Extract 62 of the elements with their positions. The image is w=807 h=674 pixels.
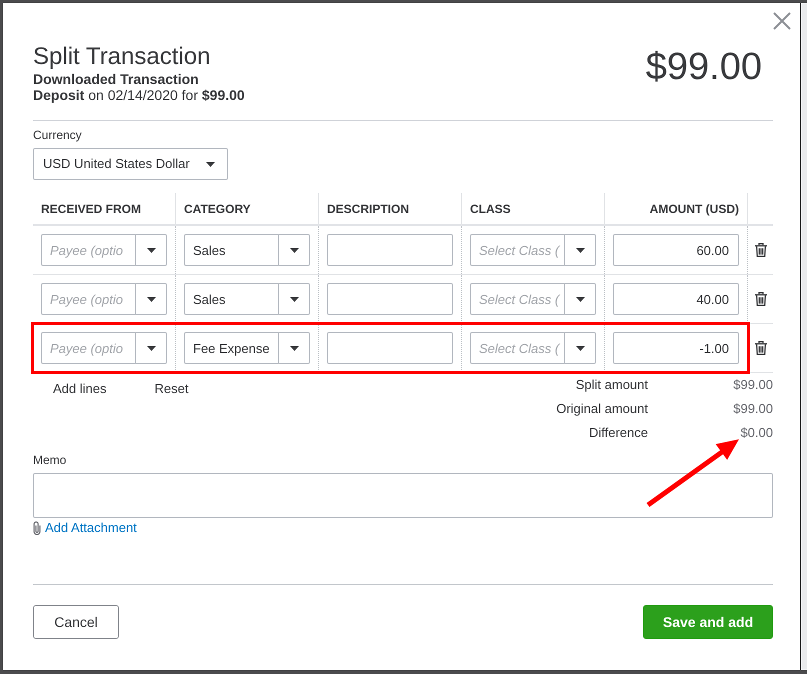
total-value: $0.00 <box>740 424 773 442</box>
trash-icon[interactable] <box>755 341 767 355</box>
caret-icon <box>290 248 298 252</box>
dropdown-button[interactable] <box>278 283 310 315</box>
caret-icon <box>206 162 215 166</box>
total-value: $99.00 <box>733 376 773 394</box>
amount-field[interactable]: -1.00 <box>613 332 739 364</box>
payee-field[interactable]: Payee (optio <box>41 234 135 266</box>
line-action-button[interactable]: Reset <box>134 381 208 397</box>
column-header: CLASS <box>470 200 511 218</box>
dropdown-button[interactable] <box>135 332 167 364</box>
trash-icon[interactable] <box>755 243 767 257</box>
line-action-button[interactable]: Add lines <box>33 381 126 397</box>
dropdown-button[interactable] <box>278 234 310 266</box>
column-header: RECEIVED FROM <box>41 200 142 218</box>
paperclip-icon <box>33 521 41 535</box>
close-icon[interactable] <box>773 12 791 30</box>
category-field[interactable]: Sales <box>184 234 278 266</box>
caret-icon <box>146 346 156 350</box>
dropdown-button[interactable] <box>564 234 596 266</box>
dropdown-button[interactable] <box>278 332 310 364</box>
class-field[interactable]: Select Class ( <box>470 283 564 315</box>
caret-icon <box>146 296 156 302</box>
payee-field[interactable]: Payee (optio <box>41 332 135 364</box>
description-field[interactable] <box>327 283 453 315</box>
currency-dropdown[interactable]: USD United States Dollar <box>33 148 228 180</box>
add-attachment-link[interactable]: Add Attachment <box>45 520 137 536</box>
caret-icon <box>576 296 584 302</box>
class-field[interactable]: Select Class ( <box>470 332 564 364</box>
caret-icon <box>290 296 298 302</box>
amount-field[interactable]: 60.00 <box>613 234 739 266</box>
dialog-title: Split Transaction <box>33 43 210 71</box>
payee-field[interactable]: Payee (optio <box>41 283 135 315</box>
description-field[interactable] <box>327 332 453 364</box>
cancel-button[interactable]: Cancel <box>33 605 119 639</box>
caret-icon <box>576 346 584 350</box>
class-field[interactable]: Select Class ( <box>470 234 564 266</box>
total-value: $99.00 <box>733 400 773 418</box>
category-field[interactable]: Fee Expense <box>184 332 278 364</box>
total-label: Split amount <box>576 376 648 394</box>
dialog-subtitle: Downloaded Transaction <box>33 71 199 87</box>
trash-icon[interactable] <box>755 292 767 306</box>
column-header: DESCRIPTION <box>327 200 410 218</box>
caret-icon <box>576 248 584 252</box>
caret-icon <box>290 346 298 350</box>
column-header: AMOUNT (USD) <box>650 200 739 218</box>
total-amount: $99.00 <box>646 45 762 89</box>
currency-label: Currency <box>33 127 82 143</box>
total-label: Difference <box>588 424 648 442</box>
dropdown-button[interactable] <box>135 234 167 266</box>
amount-field[interactable]: 40.00 <box>613 283 739 315</box>
category-field[interactable]: Sales <box>184 283 278 315</box>
memo-label: Memo <box>33 452 66 468</box>
description-field[interactable] <box>327 234 453 266</box>
dropdown-button[interactable] <box>135 283 167 315</box>
column-header: CATEGORY <box>184 200 251 218</box>
dropdown-button[interactable] <box>564 332 596 364</box>
transaction-details: Deposit on 02/14/2020 for $99.00 <box>33 87 245 103</box>
dropdown-button[interactable] <box>564 283 596 315</box>
memo-field[interactable] <box>33 473 773 518</box>
total-label: Original amount <box>556 400 648 418</box>
caret-icon <box>146 248 156 252</box>
